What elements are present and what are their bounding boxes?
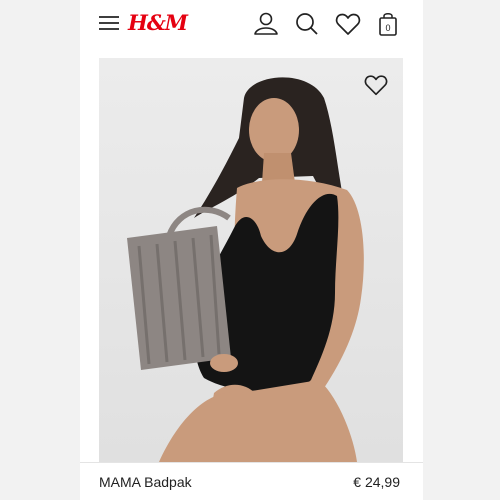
shopping-bag-icon[interactable]: 0 — [375, 10, 403, 38]
heart-icon[interactable] — [334, 10, 362, 38]
model-photo — [99, 58, 403, 462]
product-price: € 24,99 — [353, 474, 400, 490]
product-info-bar[interactable]: MAMA Badpak € 24,99 — [80, 462, 423, 500]
header: H&M 0 — [80, 0, 423, 48]
product-image[interactable] — [99, 58, 403, 462]
favorite-heart-icon[interactable] — [363, 72, 389, 98]
search-icon[interactable] — [293, 10, 321, 38]
app-screen: H&M 0 MAMA Badpak € 24,99 — [80, 0, 423, 500]
hamburger-menu-icon[interactable] — [96, 10, 124, 38]
bag-count: 0 — [385, 23, 390, 33]
product-name[interactable]: MAMA Badpak — [99, 474, 192, 490]
user-icon[interactable] — [252, 10, 280, 38]
brand-logo[interactable]: H&M — [128, 10, 188, 35]
